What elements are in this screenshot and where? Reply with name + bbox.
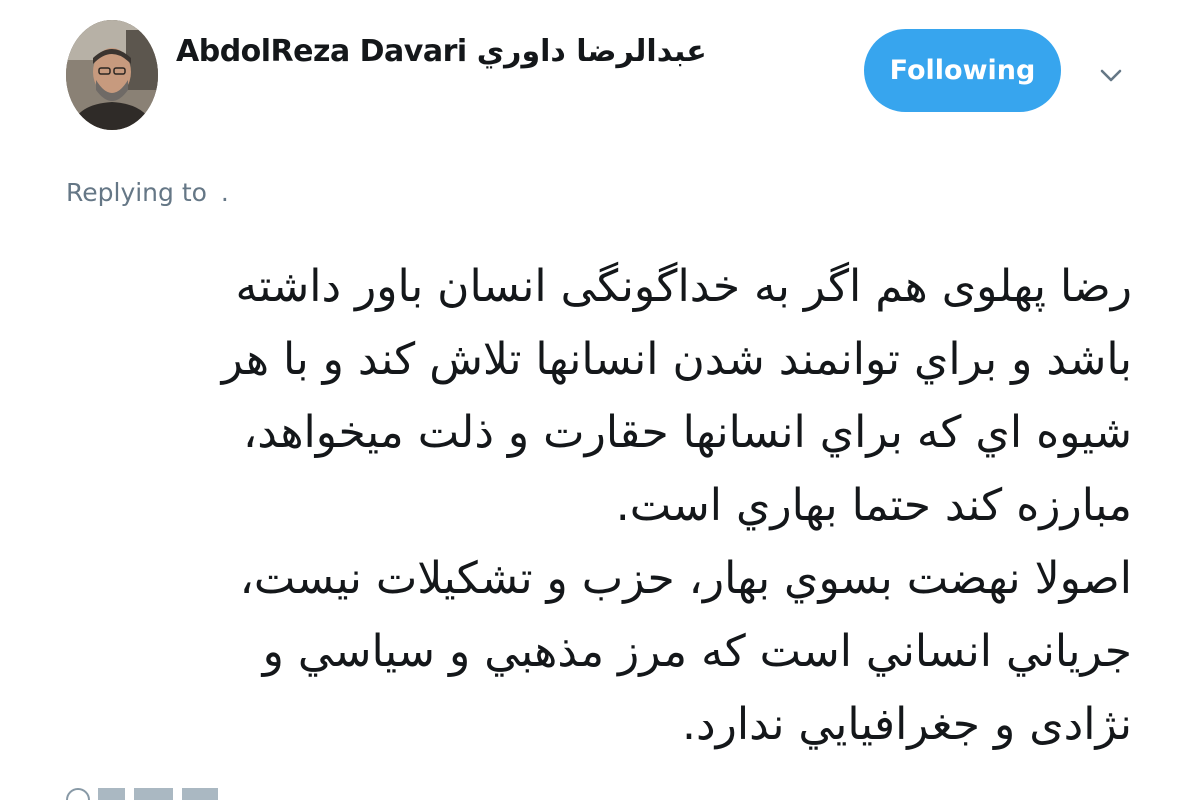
replying-to-label: Replying to — [66, 178, 207, 207]
more-options[interactable] — [1098, 64, 1124, 86]
chevron-down-icon — [1100, 69, 1122, 82]
translate-tweet-link-cropped[interactable] — [66, 788, 266, 800]
tweet-line: مبارزه کند حتما بهاري است. — [615, 480, 1132, 531]
tweet-text: رضا پهلوی هم اگر به خداگونگی انسان باور … — [60, 250, 1132, 761]
globe-icon — [66, 788, 90, 800]
tweet-line: نژادی و جغرافيايي ندارد. — [682, 699, 1132, 750]
display-name-en: AbdolReza Davari — [176, 34, 467, 69]
display-name-fa: عبدالرضا داوري — [476, 34, 708, 69]
tweet-line: رضا پهلوی هم اگر به خداگونگی انسان باور … — [235, 261, 1133, 312]
following-button[interactable]: Following — [864, 29, 1061, 112]
tweet-line: باشد و براي توانمند شدن انسانها تلاش کند… — [221, 334, 1132, 385]
cropped-text — [98, 788, 248, 800]
display-name[interactable]: AbdolReza Davari عبدالرضا داوري — [176, 34, 707, 69]
avatar-photo — [66, 20, 158, 130]
replying-to: Replying to . — [66, 178, 229, 207]
tweet-line: اصولا نهضت بسوي بهار، حزب و تشکيلات نيست… — [239, 553, 1132, 604]
tweet-line: جرياني انساني است که مرز مذهبي و سياسي و — [262, 626, 1132, 677]
tweet-line: شيوه اي که براي انسانها حقارت و ذلت ميخو… — [243, 407, 1132, 458]
avatar[interactable] — [66, 20, 158, 130]
replying-to-target[interactable]: . — [221, 178, 229, 207]
